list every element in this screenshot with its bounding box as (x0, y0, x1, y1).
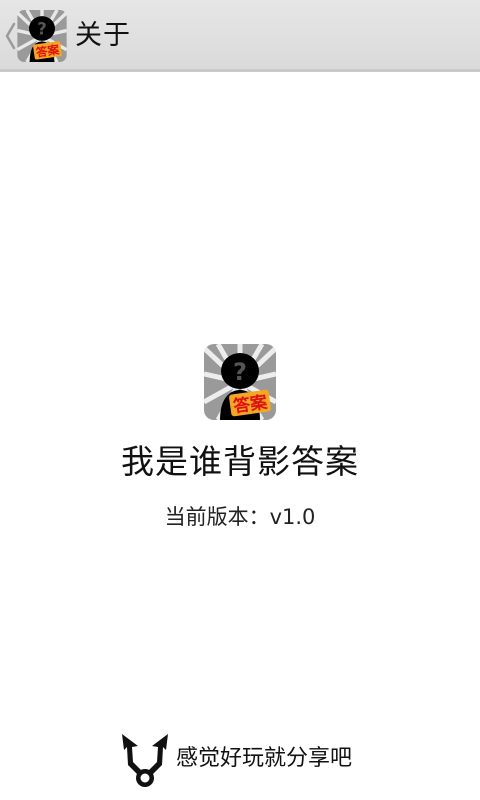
up-navigation-button[interactable]: ? 答案 (0, 0, 72, 72)
version-text: 当前版本：v1.0 (164, 505, 316, 529)
svg-text:?: ? (233, 358, 247, 386)
chevron-left-icon (5, 22, 16, 50)
share-button[interactable]: 感觉好玩就分享吧 (118, 730, 368, 790)
svg-text:?: ? (37, 20, 47, 39)
share-label: 感觉好玩就分享吧 (176, 746, 353, 771)
share-icon (122, 734, 168, 787)
app-logo-icon: ? 答案 (204, 344, 276, 420)
app-logo-icon: ? 答案 (16, 10, 68, 62)
app-name: 我是谁背影答案 (121, 442, 359, 481)
page-title: 关于 (75, 20, 131, 51)
about-screen: ? 答案 关于 ? 答案 我是谁背影答案 当前版本：v1.0 感觉好玩就分享吧 (0, 0, 480, 800)
action-bar: ? 答案 关于 (0, 0, 480, 72)
